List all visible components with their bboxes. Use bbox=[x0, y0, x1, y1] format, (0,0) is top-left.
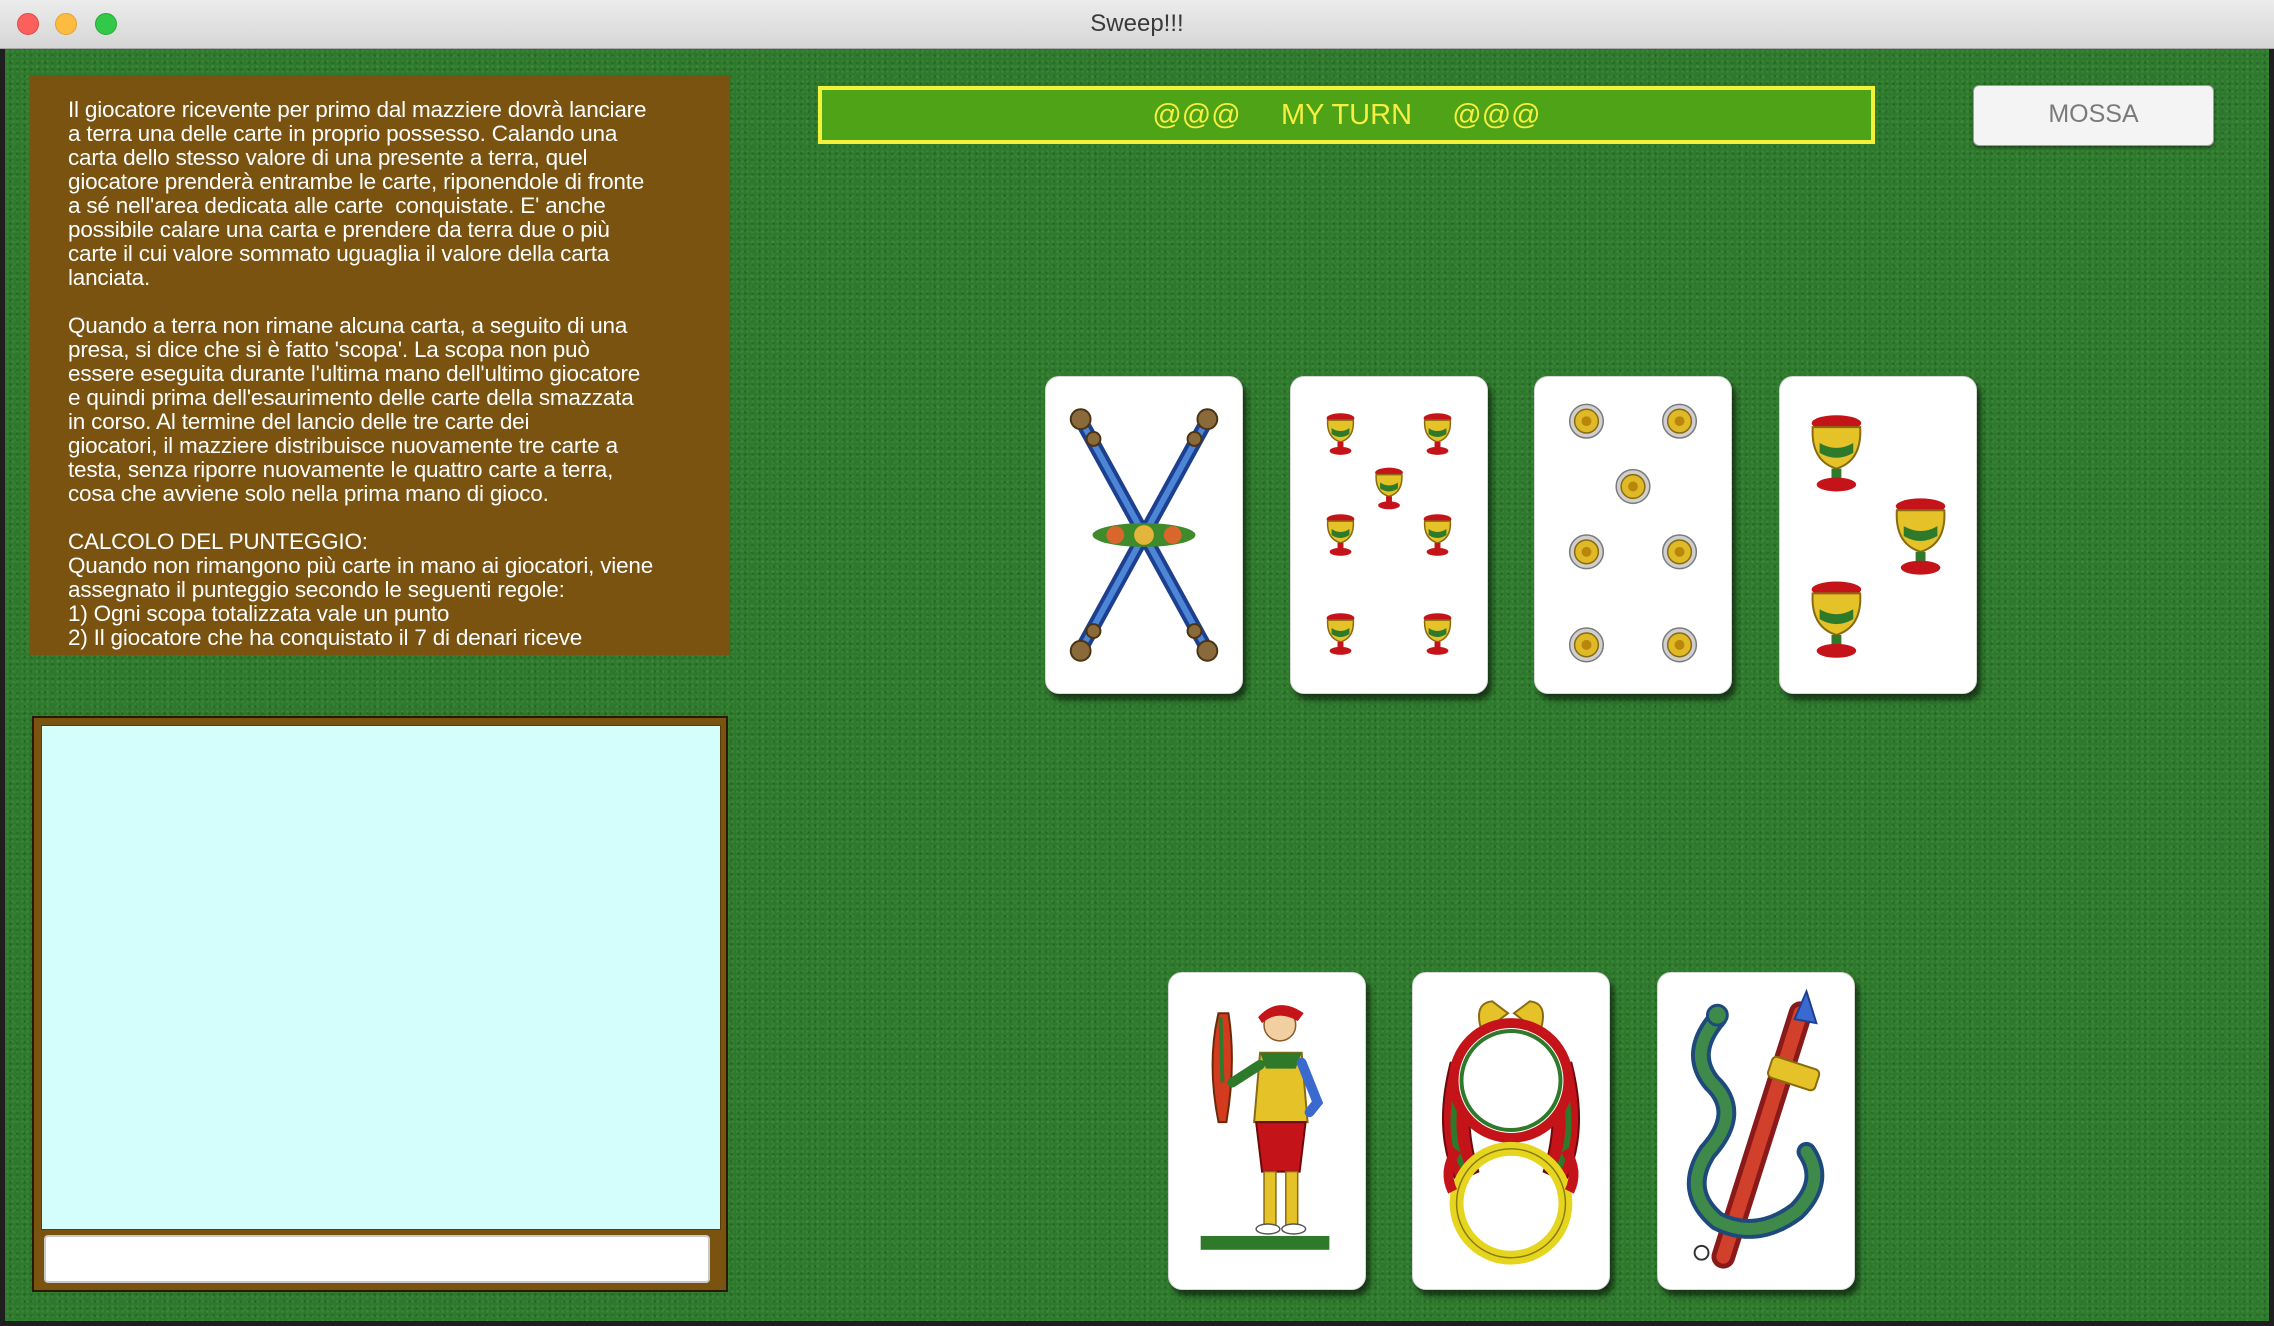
mossa-button[interactable]: MOSSA bbox=[1973, 85, 2214, 146]
spade-sword-icon bbox=[1686, 988, 1825, 1269]
denari-suit-icon bbox=[1568, 403, 1698, 663]
rules-panel[interactable]: Il giocatore ricevente per primo dal maz… bbox=[30, 75, 730, 655]
table-card-coppe-3[interactable] bbox=[1779, 376, 1977, 694]
bastoni-suit-icon bbox=[1069, 408, 1219, 662]
window-title: Sweep!!! bbox=[1090, 10, 1184, 37]
turn-banner: @@@ MY TURN @@@ bbox=[818, 86, 1875, 144]
hand-card-spade-asso[interactable] bbox=[1657, 972, 1855, 1290]
coppe-suit-icon bbox=[1325, 412, 1453, 656]
window-titlebar: Sweep!!! bbox=[0, 0, 2274, 49]
hand-card-denari-asso[interactable] bbox=[1412, 972, 1610, 1290]
table-card-coppe-7[interactable] bbox=[1290, 376, 1488, 694]
table-card-denari-5[interactable] bbox=[1534, 376, 1732, 694]
hand-card-bastoni-fante[interactable] bbox=[1168, 972, 1366, 1290]
rules-text: Il giocatore ricevente per primo dal maz… bbox=[68, 97, 654, 650]
coppe-suit-icon bbox=[1810, 414, 1947, 659]
table-card-bastoni-2[interactable] bbox=[1045, 376, 1243, 694]
chat-input[interactable] bbox=[44, 1235, 710, 1283]
fante-figure-icon bbox=[1200, 1005, 1330, 1250]
chat-log bbox=[41, 725, 721, 1230]
denari-eagle-icon bbox=[1441, 1000, 1581, 1265]
chat-panel bbox=[32, 716, 728, 1292]
